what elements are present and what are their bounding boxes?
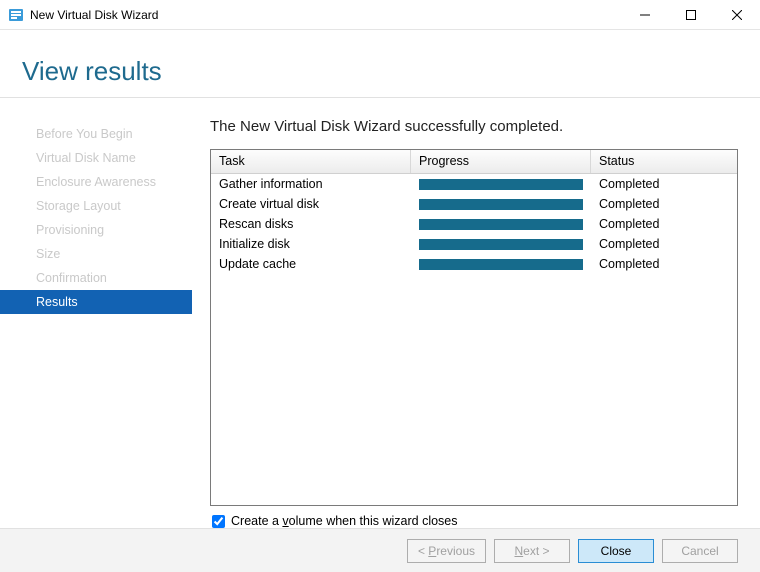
col-task[interactable]: Task [211,150,411,173]
progress-cell [411,179,591,190]
sidebar-item-confirmation[interactable]: Confirmation [0,266,192,290]
sidebar-item-virtual-disk-name[interactable]: Virtual Disk Name [0,146,192,170]
table-row[interactable]: Rescan disks Completed [211,214,737,234]
checkbox-label: Create a volume when this wizard closes [231,514,458,528]
wizard-body: Before You BeginVirtual Disk NameEnclosu… [0,98,760,528]
maximize-button[interactable] [668,0,714,29]
col-progress[interactable]: Progress [411,150,591,173]
progress-bar [419,219,583,230]
table-row[interactable]: Initialize disk Completed [211,234,737,254]
table-row[interactable]: Update cache Completed [211,254,737,274]
sidebar-item-before-you-begin[interactable]: Before You Begin [0,122,192,146]
status-cell: Completed [591,257,737,271]
progress-cell [411,199,591,210]
create-volume-checkbox[interactable] [212,515,225,528]
task-cell: Rescan disks [211,217,411,231]
status-cell: Completed [591,177,737,191]
progress-cell [411,259,591,270]
app-icon [8,7,24,23]
title-bar: New Virtual Disk Wizard [0,0,760,30]
result-message: The New Virtual Disk Wizard successfully… [210,118,738,135]
table-header: Task Progress Status [211,150,737,174]
table-body: Gather informationCompletedCreate virtua… [211,174,737,274]
progress-bar [419,239,583,250]
sidebar-item-enclosure-awareness[interactable]: Enclosure Awareness [0,170,192,194]
minimize-button[interactable] [622,0,668,29]
col-status[interactable]: Status [591,150,737,173]
wizard-footer: < Previous Next > Close Cancel [0,528,760,572]
progress-bar [419,179,583,190]
sidebar-item-size[interactable]: Size [0,242,192,266]
page-title: View results [22,56,740,87]
results-table: Task Progress Status Gather information C… [210,149,738,506]
close-button[interactable]: Close [578,539,654,563]
task-cell: Update cache [211,257,411,271]
task-cell: Create virtual disk [211,197,411,211]
task-cell: Gather information [211,177,411,191]
cancel-button[interactable]: Cancel [662,539,738,563]
wizard-header: View results [0,30,760,98]
progress-bar [419,259,583,270]
previous-button[interactable]: < Previous [407,539,486,563]
status-cell: Completed [591,197,737,211]
status-cell: Completed [591,217,737,231]
wizard-content: The New Virtual Disk Wizard successfully… [192,98,760,528]
progress-bar [419,199,583,210]
table-row[interactable]: Gather information Completed [211,174,737,194]
task-cell: Initialize disk [211,237,411,251]
progress-cell [411,219,591,230]
progress-cell [411,239,591,250]
sidebar-item-provisioning[interactable]: Provisioning [0,218,192,242]
table-row[interactable]: Create virtual disk Completed [211,194,737,214]
next-button[interactable]: Next > [494,539,570,563]
sidebar-item-storage-layout[interactable]: Storage Layout [0,194,192,218]
status-cell: Completed [591,237,737,251]
window-title: New Virtual Disk Wizard [30,8,622,22]
close-window-button[interactable] [714,0,760,29]
sidebar-item-results[interactable]: Results [0,290,192,314]
wizard-sidebar: Before You BeginVirtual Disk NameEnclosu… [0,98,192,528]
create-volume-checkbox-row[interactable]: Create a volume when this wizard closes [210,514,738,528]
window-controls [622,0,760,29]
